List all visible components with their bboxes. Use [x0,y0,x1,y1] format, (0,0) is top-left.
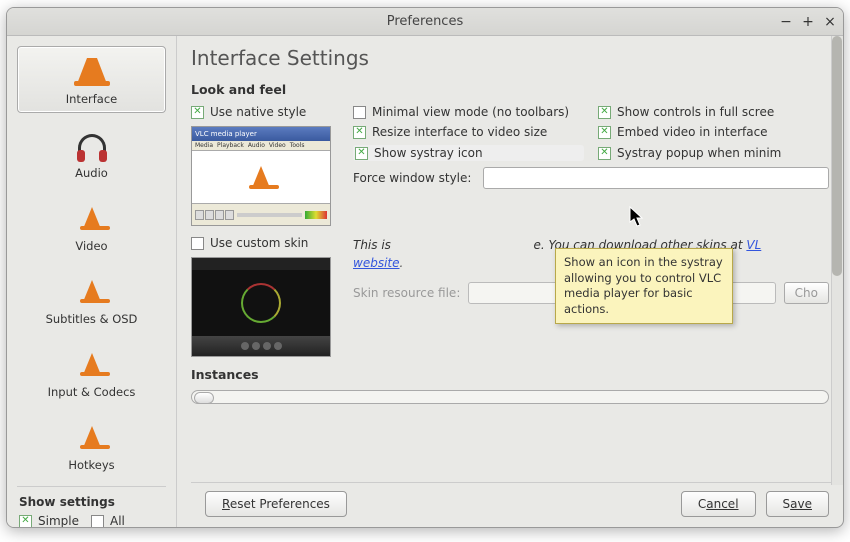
cone-icon [74,200,110,236]
scrollbar-thumb[interactable] [832,36,842,276]
look-and-feel-options: Minimal view mode (no toolbars) Show con… [353,105,829,226]
cone-icon [74,346,110,382]
force-window-label: Force window style: [353,171,471,185]
headphones-icon [74,127,110,163]
radio-label: Use native style [210,105,306,119]
show-controls-fullscreen-checkbox[interactable]: Show controls in full scree [598,105,829,119]
choose-skin-button[interactable]: Cho [784,282,829,304]
section-instances-title: Instances [191,367,829,382]
radio-label: All [110,514,125,527]
dialog-footer: Reset Preferences Cancel Save [191,482,843,517]
vertical-scrollbar[interactable] [831,36,843,485]
checkbox-icon [353,126,366,139]
native-style-preview: VLC media player Media Playback Audio Vi… [191,126,331,226]
radio-icon [191,106,204,119]
skin-resource-label: Skin resource file: [353,286,460,300]
embed-video-checkbox[interactable]: Embed video in interface [598,125,829,139]
cone-icon [74,419,110,455]
preferences-window: Preferences − + × Interface Audio Video … [6,7,844,528]
section-look-and-feel-title: Look and feel [191,82,829,97]
custom-skin-row: Use custom skin This is xxxxxxxxxxxxxxxx… [191,236,829,357]
sidebar-item-label: Interface [66,92,118,106]
force-window-style-input[interactable] [483,167,829,189]
radio-label: Use custom skin [210,236,308,250]
checkbox-icon [355,147,368,160]
window-title: Preferences [387,14,463,29]
cancel-button[interactable]: Cancel [681,491,756,517]
scroll-area: Look and feel Use native style VLC media… [191,82,843,476]
use-custom-skin-radio[interactable]: Use custom skin [191,236,341,250]
cone-icon [74,273,110,309]
swirl-icon [241,283,281,323]
show-systray-checkbox[interactable]: Show systray icon [353,145,584,161]
checkbox-label: Show systray icon [374,146,483,160]
category-sidebar: Interface Audio Video Subtitles & OSD In… [7,36,177,527]
window-body: Interface Audio Video Subtitles & OSD In… [7,36,843,527]
sidebar-item-label: Hotkeys [68,458,114,472]
resize-interface-checkbox[interactable]: Resize interface to video size [353,125,584,139]
radio-icon [19,515,32,528]
checkbox-icon [353,106,366,119]
checkbox-icon [598,126,611,139]
reset-preferences-button[interactable]: Reset Preferences [205,491,347,517]
show-settings-simple[interactable]: Simple [19,514,79,527]
look-and-feel-row: Use native style VLC media player Media … [191,105,829,226]
checkbox-label: Minimal view mode (no toolbars) [372,105,569,119]
page-title: Interface Settings [191,46,843,70]
maximize-button[interactable]: + [801,15,815,29]
preview-title: VLC media player [195,130,257,138]
sidebar-item-subtitles[interactable]: Subtitles & OSD [17,267,166,332]
settings-panel: Interface Settings Look and feel Use nat… [177,36,843,527]
instances-section: Instances [191,367,829,404]
save-button[interactable]: Save [766,491,829,517]
checkbox-icon [598,147,611,160]
custom-skin-column: Use custom skin [191,236,341,357]
checkbox-label: Show controls in full scree [617,105,774,119]
use-native-style-radio[interactable]: Use native style [191,105,341,119]
btn-label: eset Preferences [230,497,330,511]
checkbox-icon [598,106,611,119]
sidebar-item-label: Subtitles & OSD [46,312,138,326]
force-window-style-row: Force window style: [353,167,829,189]
native-style-column: Use native style VLC media player Media … [191,105,341,226]
sidebar-item-label: Video [75,239,107,253]
close-button[interactable]: × [823,15,837,29]
checkbox-label: Systray popup when minim [617,146,781,160]
titlebar: Preferences − + × [7,8,843,36]
instances-slider[interactable] [191,390,829,404]
sidebar-item-hotkeys[interactable]: Hotkeys [17,413,166,478]
checkbox-label: Resize interface to video size [372,125,547,139]
radio-icon [191,237,204,250]
sidebar-item-interface[interactable]: Interface [17,46,166,113]
sidebar-item-input-codecs[interactable]: Input & Codecs [17,340,166,405]
sidebar-item-label: Audio [75,166,108,180]
show-settings-heading: Show settings [19,495,164,509]
window-buttons: − + × [779,15,837,29]
minimal-view-checkbox[interactable]: Minimal view mode (no toolbars) [353,105,584,119]
skins-website-link-2[interactable]: website [353,256,400,270]
systray-popup-checkbox[interactable]: Systray popup when minim [598,145,829,161]
sidebar-item-video[interactable]: Video [17,194,166,259]
preview-menu: Media Playback Audio Video Tools [192,141,330,151]
cone-icon [74,53,110,89]
skins-website-link[interactable]: VL [746,238,761,252]
radio-icon [91,515,104,528]
sidebar-item-label: Input & Codecs [48,385,136,399]
custom-skin-preview [191,257,331,357]
cone-icon [252,166,270,188]
sidebar-item-audio[interactable]: Audio [17,121,166,186]
minimize-button[interactable]: − [779,15,793,29]
show-settings-section: Show settings Simple All [17,486,166,527]
preview-controls [192,203,330,225]
checkbox-label: Embed video in interface [617,125,768,139]
show-settings-all[interactable]: All [91,514,125,527]
systray-tooltip: Show an icon in the systray allowing you… [555,248,733,324]
radio-label: Simple [38,514,79,527]
